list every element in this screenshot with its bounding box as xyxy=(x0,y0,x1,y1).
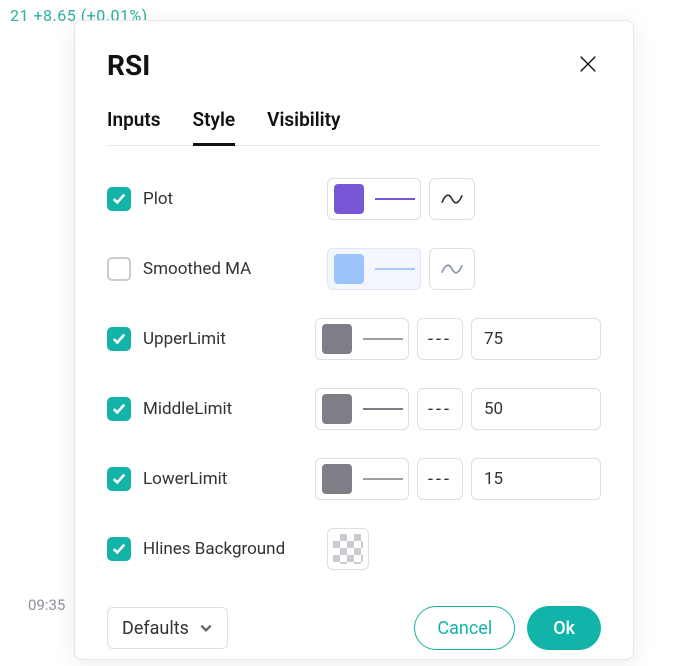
dash-style-button-upperlimit[interactable]: --- xyxy=(417,318,463,360)
label-hlines-background: Hlines Background xyxy=(143,539,285,559)
dialog-title: RSI xyxy=(107,49,150,82)
tab-bar: Inputs Style Visibility xyxy=(107,108,601,146)
label-middlelimit: MiddleLimit xyxy=(143,399,232,419)
checkbox-smoothed-ma[interactable] xyxy=(107,257,131,281)
tab-visibility[interactable]: Visibility xyxy=(267,108,340,146)
cancel-button[interactable]: Cancel xyxy=(414,606,515,650)
close-button[interactable] xyxy=(575,53,601,79)
checkbox-middlelimit[interactable] xyxy=(107,397,131,421)
value-input-middlelimit[interactable] xyxy=(471,388,601,430)
row-middlelimit: MiddleLimit --- xyxy=(107,388,601,430)
color-swatch-smoothed-ma xyxy=(334,254,364,284)
row-plot: Plot xyxy=(107,178,601,220)
check-icon xyxy=(112,332,126,346)
check-icon xyxy=(112,542,126,556)
color-line-picker-plot[interactable] xyxy=(327,178,421,220)
line-preview-middlelimit xyxy=(358,404,408,414)
defaults-dropdown[interactable]: Defaults xyxy=(107,607,228,649)
color-line-picker-upperlimit[interactable] xyxy=(315,318,409,360)
wave-icon xyxy=(441,192,463,206)
line-style-button-smoothed-ma[interactable] xyxy=(429,248,475,290)
color-line-picker-middlelimit[interactable] xyxy=(315,388,409,430)
checkbox-plot[interactable] xyxy=(107,187,131,211)
wave-icon xyxy=(441,262,463,276)
checkbox-upperlimit[interactable] xyxy=(107,327,131,351)
color-swatch-upperlimit xyxy=(322,324,352,354)
row-smoothed-ma: Smoothed MA xyxy=(107,248,601,290)
row-lowerlimit: LowerLimit --- xyxy=(107,458,601,500)
label-lowerlimit: LowerLimit xyxy=(143,469,227,489)
rsi-settings-dialog: RSI Inputs Style Visibility Plot xyxy=(74,20,634,660)
color-picker-hlines-background[interactable] xyxy=(327,528,369,570)
defaults-label: Defaults xyxy=(122,618,189,639)
transparency-checker-icon xyxy=(333,534,363,564)
value-input-lowerlimit[interactable] xyxy=(471,458,601,500)
color-swatch-plot xyxy=(334,184,364,214)
ok-button[interactable]: Ok xyxy=(527,606,601,650)
label-smoothed-ma: Smoothed MA xyxy=(143,259,251,279)
close-icon xyxy=(577,53,599,75)
line-preview-smoothed-ma xyxy=(370,264,420,274)
line-preview-upperlimit xyxy=(358,334,408,344)
color-line-picker-smoothed-ma[interactable] xyxy=(327,248,421,290)
check-icon xyxy=(112,402,126,416)
color-swatch-middlelimit xyxy=(322,394,352,424)
check-icon xyxy=(112,472,126,486)
dash-style-button-middlelimit[interactable]: --- xyxy=(417,388,463,430)
row-hlines-background: Hlines Background xyxy=(107,528,601,570)
chevron-down-icon xyxy=(199,621,213,635)
label-upperlimit: UpperLimit xyxy=(143,329,226,349)
value-input-upperlimit[interactable] xyxy=(471,318,601,360)
color-line-picker-lowerlimit[interactable] xyxy=(315,458,409,500)
line-style-button-plot[interactable] xyxy=(429,178,475,220)
time-axis-tick: 09:35 xyxy=(28,596,65,614)
line-preview-lowerlimit xyxy=(358,474,408,484)
line-preview-plot xyxy=(370,194,420,204)
check-icon xyxy=(112,192,126,206)
checkbox-hlines-background[interactable] xyxy=(107,537,131,561)
dash-style-button-lowerlimit[interactable]: --- xyxy=(417,458,463,500)
color-swatch-lowerlimit xyxy=(322,464,352,494)
label-plot: Plot xyxy=(143,189,173,209)
row-upperlimit: UpperLimit --- xyxy=(107,318,601,360)
tab-style[interactable]: Style xyxy=(193,108,236,146)
checkbox-lowerlimit[interactable] xyxy=(107,467,131,491)
tab-inputs[interactable]: Inputs xyxy=(107,108,161,146)
